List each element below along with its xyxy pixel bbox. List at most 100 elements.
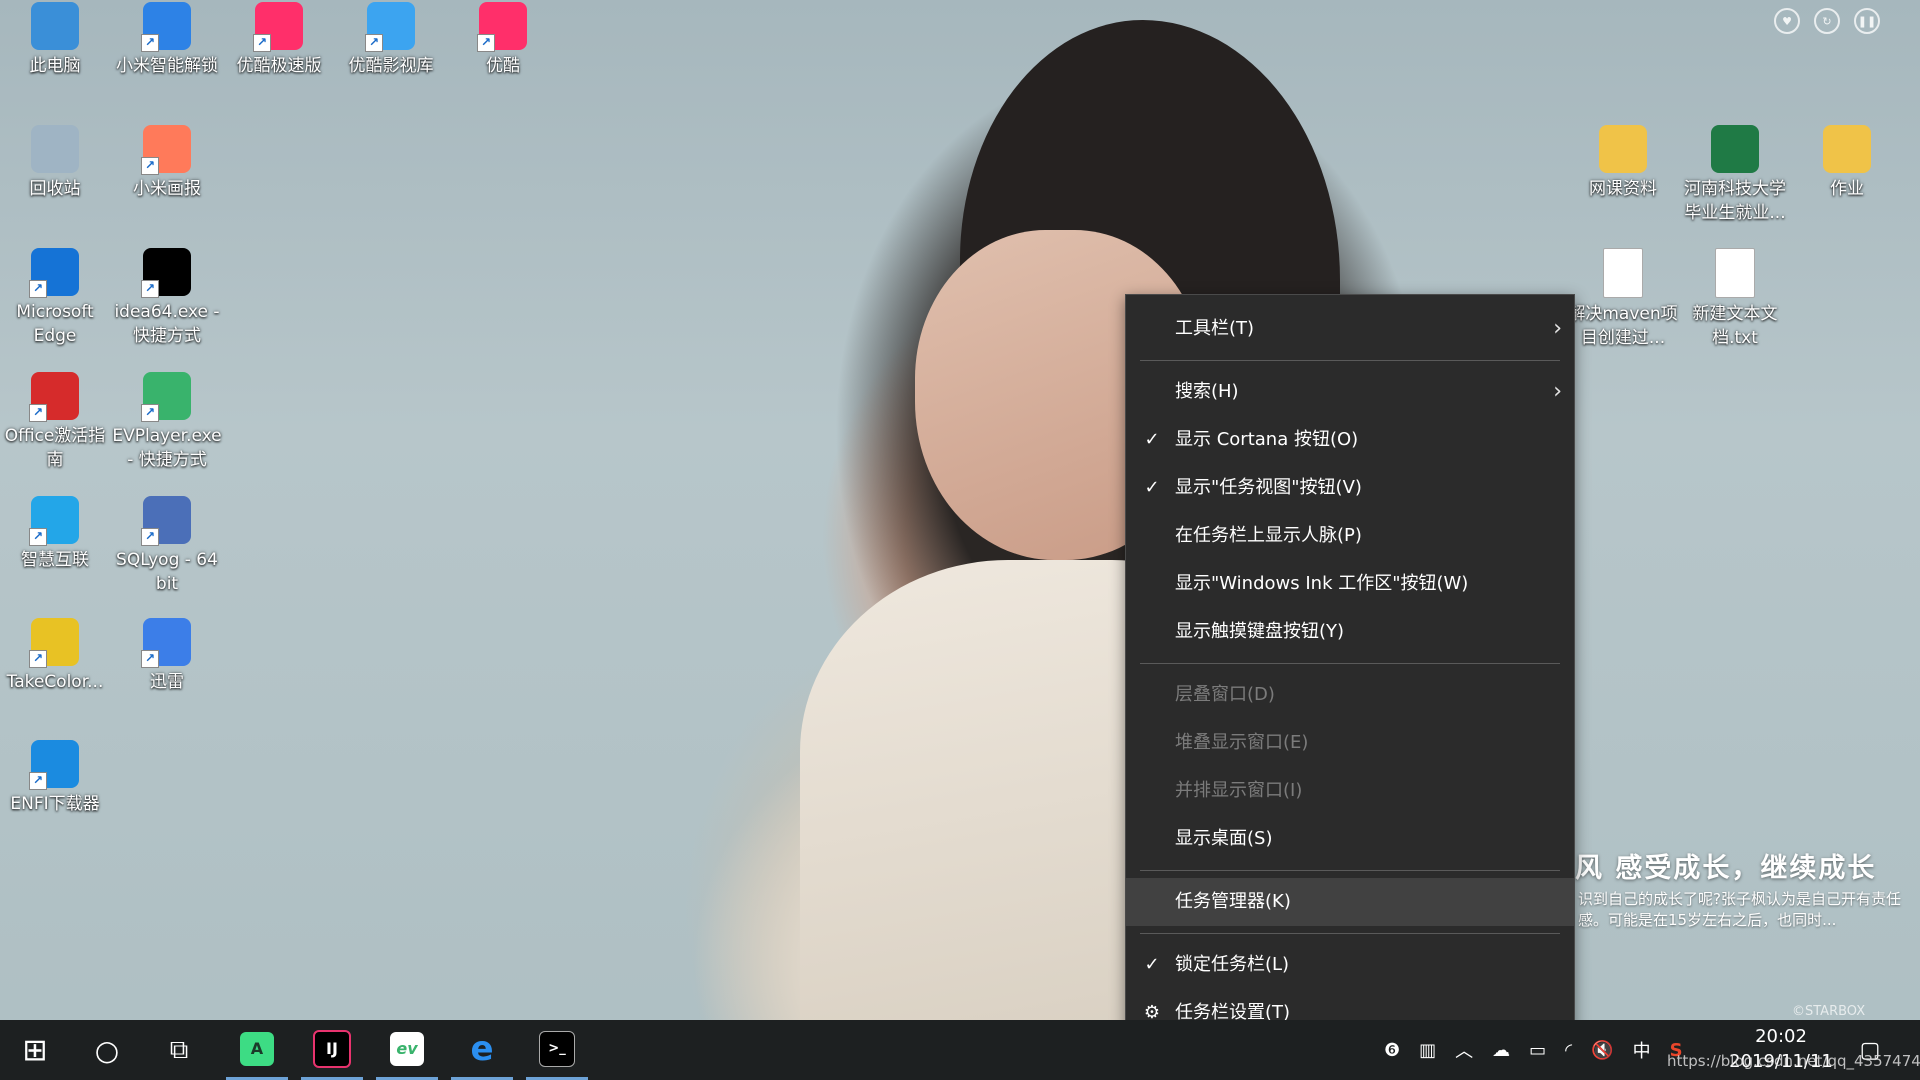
desktop-icon[interactable]: ↗ 优酷影视库 [336, 2, 446, 78]
desktop-icon-label: 小米智能解锁 [116, 56, 218, 76]
menu-item-label: 并排显示窗口(I) [1175, 780, 1303, 801]
checkmark-icon: ✓ [1144, 477, 1160, 498]
edge-icon: ↗ [29, 248, 79, 298]
desktop-icon[interactable]: ↗ 迅雷 [112, 618, 222, 694]
desktop-icon[interactable]: 解决maven项目创建过... [1568, 248, 1678, 350]
desktop-icon[interactable]: ↗ 优酷 [448, 2, 558, 78]
desktop-icon[interactable]: ↗ ENFI下载器 [0, 740, 110, 816]
desktop-icon[interactable]: ↗ 智慧互联 [0, 496, 110, 572]
taskbar-app-evplayer[interactable]: ev [376, 1020, 438, 1080]
shortcut-arrow-icon: ↗ [365, 34, 383, 52]
youku-folder-icon: ↗ [365, 2, 415, 52]
cloud-icon[interactable]: ☁ [1492, 1040, 1510, 1061]
shortcut-arrow-icon: ↗ [141, 650, 159, 668]
desktop-icon[interactable]: ↗ idea64.exe - 快捷方式 [112, 248, 222, 348]
menu-item-label: 显示"Windows Ink 工作区"按钮(W) [1175, 573, 1469, 594]
desktop-icon[interactable]: ↗ Microsoft Edge [0, 248, 110, 348]
menu-item-show-people[interactable]: 在任务栏上显示人脉(P) [1126, 512, 1574, 560]
menu-item-task-manager[interactable]: 任务管理器(K) [1126, 878, 1574, 926]
taskbar-app-edge[interactable]: e [451, 1020, 513, 1080]
menu-item-label: 工具栏(T) [1175, 318, 1255, 339]
shortcut-arrow-icon: ↗ [477, 34, 495, 52]
desktop-icon[interactable]: ↗ 小米画报 [112, 125, 222, 201]
pdf-icon: ↗ [29, 372, 79, 422]
desktop-icon[interactable]: ↗ 小米智能解锁 [112, 2, 222, 78]
menu-item-toolbars[interactable]: 工具栏(T) › [1126, 305, 1574, 353]
desktop-icon[interactable]: 新建文本文档.txt [1680, 248, 1790, 350]
wifi-icon[interactable]: ◜ [1565, 1040, 1572, 1061]
shortcut-arrow-icon: ↗ [141, 34, 159, 52]
shortcut-arrow-icon: ↗ [29, 280, 47, 298]
checkmark-icon: ✓ [1144, 954, 1160, 975]
action-center-button[interactable]: ▢ [1840, 1020, 1900, 1080]
desktop-icon[interactable]: ↗ EVPlayer.exe - 快捷方式 [112, 372, 222, 472]
menu-item-label: 堆叠显示窗口(E) [1175, 732, 1309, 753]
desktop-icon-label: 优酷 [486, 56, 520, 76]
computer-icon [31, 2, 79, 50]
menu-item-show-desktop[interactable]: 显示桌面(S) [1126, 815, 1574, 863]
intellij-icon: ↗ [141, 248, 191, 298]
shortcut-arrow-icon: ↗ [29, 772, 47, 790]
windows-logo-icon: ⊞ [22, 1032, 48, 1068]
desktop-icon[interactable]: 此电脑 [0, 2, 110, 78]
taskbar-app-cmd[interactable]: >_ [526, 1020, 588, 1080]
desktop-icon[interactable]: ↗ Office激活指南 [0, 372, 110, 472]
menu-item-lock-taskbar[interactable]: ✓ 锁定任务栏(L) [1126, 941, 1574, 989]
desktop-icon-label: 此电脑 [29, 56, 81, 76]
desktop-icon[interactable]: 河南科技大学毕业生就业... [1680, 125, 1790, 225]
menu-item-show-windows-ink[interactable]: 显示"Windows Ink 工作区"按钮(W) [1126, 560, 1574, 608]
desktop-icon-label: ENFI下载器 [10, 794, 100, 814]
desktop-icon[interactable]: ↗ TakeColor... [0, 618, 110, 694]
folder-icon [1599, 125, 1647, 173]
task-view-icon: ⧉ [169, 1034, 189, 1065]
taskbar-app-intellij[interactable]: IJ [301, 1020, 363, 1080]
wallpaper-quote-title: 风 感受成长，继续成长 [1575, 853, 1877, 884]
refresh-icon[interactable]: ↻ [1814, 8, 1840, 34]
chevron-right-icon: › [1553, 379, 1562, 404]
menu-item-side-by-side: 并排显示窗口(I) [1126, 767, 1574, 815]
desktop-icon-label: EVPlayer.exe - 快捷方式 [112, 426, 222, 470]
recycle-bin-icon [31, 125, 79, 173]
app-tray-icon[interactable]: ❻ [1384, 1040, 1400, 1061]
menu-item-label: 锁定任务栏(L) [1175, 954, 1290, 975]
pause-icon[interactable]: ❚❚ [1854, 8, 1880, 34]
ime-indicator[interactable]: 中 [1633, 1037, 1651, 1063]
desktop-icon-label: 河南科技大学毕业生就业... [1684, 179, 1786, 223]
desktop-icon[interactable]: ↗ SQLyog - 64 bit [112, 496, 222, 596]
shortcut-arrow-icon: ↗ [29, 650, 47, 668]
menu-item-show-cortana[interactable]: ✓ 显示 Cortana 按钮(O) [1126, 416, 1574, 464]
shortcut-arrow-icon: ↗ [253, 34, 271, 52]
evplayer-icon: ev [390, 1031, 424, 1066]
like-icon[interactable]: ♥ [1774, 8, 1800, 34]
taskbar-app-android-studio[interactable]: A [226, 1020, 288, 1080]
network-bars-icon[interactable]: ▥ [1419, 1040, 1436, 1061]
chevron-up-icon[interactable]: ︿ [1455, 1037, 1473, 1063]
menu-separator [1140, 933, 1560, 934]
menu-separator [1140, 663, 1560, 664]
cortana-search-button[interactable]: ○ [76, 1020, 138, 1080]
desktop-icon[interactable]: 回收站 [0, 125, 110, 201]
menu-item-show-touch-keyboard[interactable]: 显示触摸键盘按钮(Y) [1126, 608, 1574, 656]
desktop-icon[interactable]: 网课资料 [1568, 125, 1678, 201]
shortcut-arrow-icon: ↗ [141, 404, 159, 422]
desktop-icon[interactable]: 作业 [1792, 125, 1902, 201]
desktop-icon-label: 优酷极速版 [236, 56, 322, 76]
desktop-icon-label: TakeColor... [6, 672, 104, 692]
intellij-icon: IJ [313, 1029, 351, 1068]
menu-item-show-task-view[interactable]: ✓ 显示"任务视图"按钮(V) [1126, 464, 1574, 512]
battery-icon[interactable]: ▭ [1529, 1040, 1546, 1061]
menu-item-search[interactable]: 搜索(H) › [1126, 368, 1574, 416]
start-button[interactable]: ⊞ [4, 1020, 66, 1080]
text-file-icon [1715, 248, 1755, 298]
speaker-muted-icon[interactable]: 🔇 [1591, 1040, 1613, 1061]
desktop-icon-label: 作业 [1830, 179, 1864, 199]
clock-time: 20:02 [1755, 1026, 1807, 1047]
desktop-icon-label: 新建文本文档.txt [1692, 304, 1778, 348]
checkmark-icon: ✓ [1144, 429, 1160, 450]
task-view-button[interactable]: ⧉ [148, 1020, 210, 1080]
desktop-icon-label: 解决maven项目创建过... [1568, 304, 1678, 348]
desktop-icon-label: Office激活指南 [4, 426, 106, 470]
desktop-icon[interactable]: ↗ 优酷极速版 [224, 2, 334, 78]
sqlyog-icon: ↗ [141, 496, 191, 546]
menu-item-label: 层叠窗口(D) [1175, 684, 1275, 705]
